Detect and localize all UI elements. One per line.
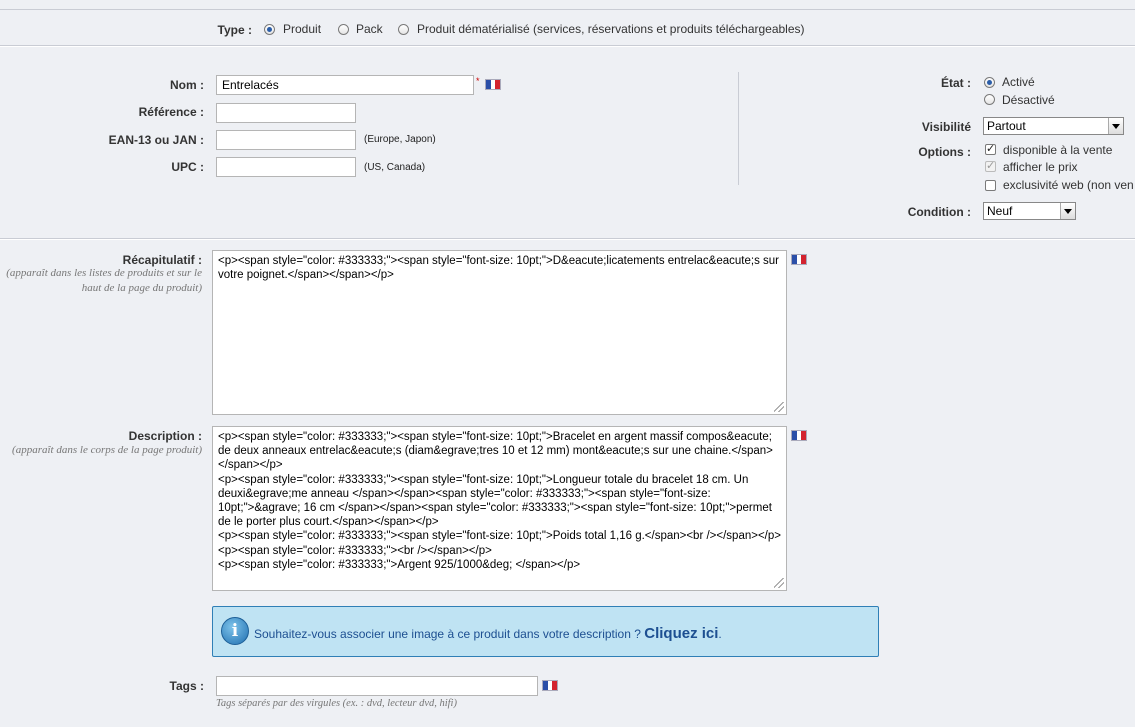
upc-input[interactable] (216, 157, 356, 177)
top-separator (0, 9, 1135, 10)
type-radio-dematerialise[interactable] (398, 24, 409, 35)
type-radio-produit[interactable] (264, 24, 275, 35)
recap-textarea[interactable]: <p><span style="color: #333333;"><span s… (212, 250, 787, 415)
french-flag-icon[interactable] (791, 254, 807, 265)
description-help: (apparaît dans le corps de la page produ… (12, 444, 202, 456)
condition-value: Neuf (987, 204, 1013, 218)
upc-hint: (US, Canada) (364, 162, 426, 173)
reference-input[interactable] (216, 103, 356, 123)
options-label: Options : (918, 145, 971, 159)
recap-content: <p><span style="color: #333333;"><span s… (218, 255, 783, 282)
chevron-down-icon (1108, 118, 1123, 134)
chevron-down-icon (1060, 203, 1075, 219)
checkbox-afficher-prix[interactable] (985, 159, 996, 172)
type-radio-pack[interactable] (338, 24, 349, 35)
condition-select[interactable]: Neuf (983, 202, 1076, 220)
ean-input[interactable] (216, 130, 356, 150)
description-label: Description : (128, 429, 202, 443)
info-icon: i (221, 617, 249, 645)
info-text: Souhaitez-vous associer une image à ce p… (254, 627, 641, 641)
info-text-line: Souhaitez-vous associer une image à ce p… (254, 625, 722, 642)
french-flag-icon[interactable] (791, 430, 807, 441)
ean-label: EAN-13 ou JAN : (108, 133, 204, 147)
tags-input[interactable] (216, 676, 538, 696)
french-flag-icon[interactable] (485, 79, 501, 90)
tags-hint: Tags séparés par des virgules (ex. : dvd… (216, 698, 457, 709)
french-flag-icon[interactable] (542, 680, 558, 691)
info-text-end: . (718, 627, 722, 641)
visibilite-value: Partout (987, 119, 1026, 133)
visibilite-label: Visibilité (921, 120, 971, 134)
nom-label: Nom : (170, 78, 204, 92)
info-box: i Souhaitez-vous associer une image à ce… (212, 606, 879, 657)
etat-option-active[interactable]: Activé (1002, 75, 1035, 89)
resize-grip-icon[interactable] (774, 402, 784, 412)
recap-label: Récapitulatif : (122, 253, 202, 267)
reference-label: Référence : (138, 105, 204, 119)
condition-label: Condition : (907, 205, 971, 219)
required-mark: * (476, 76, 480, 86)
type-option-pack[interactable]: Pack (356, 22, 383, 36)
upc-label: UPC : (171, 160, 204, 174)
checkbox-disponible[interactable] (985, 142, 996, 155)
cliquez-ici-link[interactable]: Cliquez ici (644, 625, 718, 642)
ean-hint: (Europe, Japon) (364, 134, 436, 145)
etat-label: État : (941, 76, 971, 90)
recap-help: (apparaît dans les listes de produits et… (6, 267, 202, 294)
type-separator-highlight (0, 46, 1135, 47)
nom-input[interactable] (216, 75, 474, 95)
description-content: <p><span style="color: #333333;"><span s… (218, 431, 781, 571)
option-afficher-prix[interactable]: afficher le prix (1003, 160, 1077, 174)
description-textarea[interactable]: <p><span style="color: #333333;"><span s… (212, 426, 787, 591)
type-option-dematerialise[interactable]: Produit dématérialisé (services, réserva… (417, 22, 805, 36)
tags-label: Tags : (169, 679, 204, 693)
type-option-produit[interactable]: Produit (283, 22, 321, 36)
visibilite-select[interactable]: Partout (983, 117, 1124, 135)
column-divider (738, 72, 739, 185)
etat-radio-desactive[interactable] (984, 94, 995, 105)
fields-separator-highlight (0, 239, 1135, 240)
option-disponible[interactable]: disponible à la vente (1003, 143, 1112, 157)
option-exclusivite-web[interactable]: exclusivité web (non ven (1003, 178, 1135, 192)
resize-grip-icon[interactable] (774, 578, 784, 588)
etat-radio-active[interactable] (984, 77, 995, 88)
checkbox-exclusivite-web[interactable] (985, 180, 996, 191)
type-label: Type : (217, 23, 252, 37)
etat-option-desactive[interactable]: Désactivé (1002, 93, 1055, 107)
